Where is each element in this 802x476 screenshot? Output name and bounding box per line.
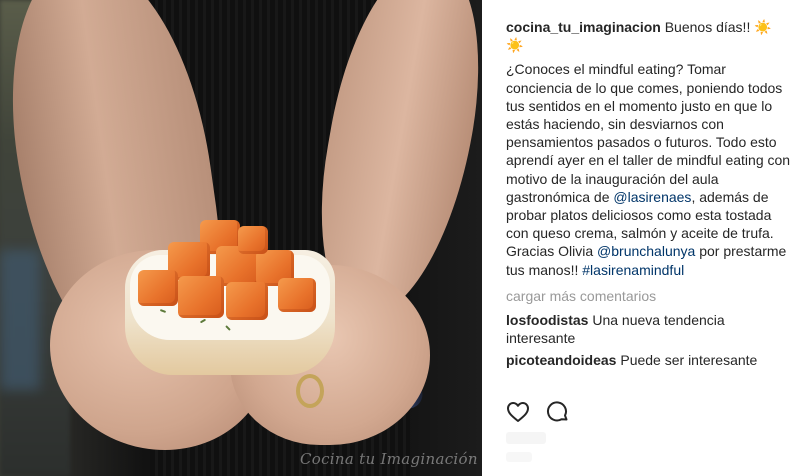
mention-brunchalunya[interactable]: @brunchalunya (597, 243, 695, 259)
instagram-post: Cocina tu Imaginación cocina_tu_imaginac… (0, 0, 802, 476)
ring (296, 374, 324, 408)
hashtag-lasirenamindful[interactable]: #lasirenamindful (582, 262, 684, 278)
comment-item: picoteandoideas Puede ser interesante (506, 351, 792, 369)
post-caption: cocina_tu_imaginacion Buenos días!! ☀️ ☀… (506, 18, 792, 54)
caption-body: ¿Conoces el mindful eating? Tomar concie… (506, 60, 792, 278)
comment-text: Puede ser interesante (616, 352, 758, 369)
caption-username[interactable]: cocina_tu_imaginacion (506, 19, 661, 35)
timestamp-placeholder (506, 452, 532, 462)
comment-item: losfoodistas Una nueva tendencia interes… (506, 311, 792, 347)
comment-username[interactable]: picoteandoideas (506, 352, 616, 368)
comment-username[interactable]: losfoodistas (506, 312, 588, 328)
photo-background-accent (0, 250, 40, 390)
comments-list[interactable]: cocina_tu_imaginacion Buenos días!! ☀️ ☀… (506, 18, 792, 388)
comments-panel: cocina_tu_imaginacion Buenos días!! ☀️ ☀… (482, 0, 802, 476)
load-more-comments-button[interactable]: cargar más comentarios (506, 287, 792, 305)
salmon-topping (138, 220, 328, 330)
post-photo[interactable]: Cocina tu Imaginación (0, 0, 482, 476)
likes-count-placeholder (506, 432, 546, 444)
heart-icon[interactable] (506, 400, 530, 424)
caption-text-1: ¿Conoces el mindful eating? Tomar concie… (506, 61, 791, 205)
comment-icon[interactable] (546, 400, 570, 424)
post-actions (482, 388, 802, 476)
mention-lasirenaes[interactable]: @lasirenaes (613, 189, 691, 205)
photo-watermark: Cocina tu Imaginación (300, 450, 478, 468)
